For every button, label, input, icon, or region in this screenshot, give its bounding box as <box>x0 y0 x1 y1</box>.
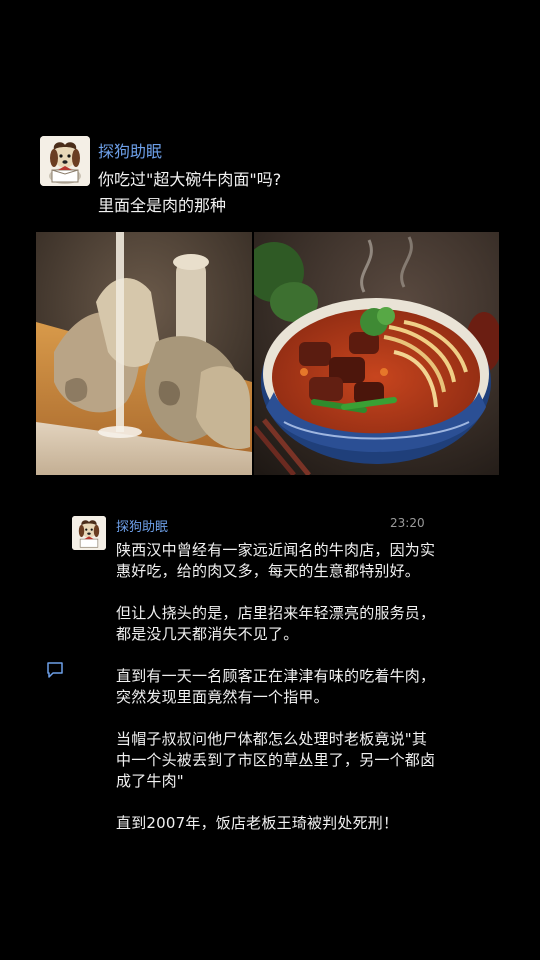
reply-body: 陕西汉中曾经有一家远近闻名的牛肉店，因为实惠好吃，给的肉又多，每天的生意都特别好… <box>116 540 436 855</box>
reply-paragraph: 但让人挠头的是，店里招来年轻漂亮的服务员，都是没几天都消失不见了。 <box>116 604 436 643</box>
reply-paragraph: 直到有一天一名顾客正在津津有味的吃着牛肉，突然发现里面竟然有一个指甲。 <box>116 667 436 706</box>
reply-paragraph: 陕西汉中曾经有一家远近闻名的牛肉店，因为实惠好吃，给的肉又多，每天的生意都特别好… <box>116 541 436 580</box>
reply-timestamp: 23:20 <box>390 516 425 530</box>
reply-avatar[interactable] <box>72 516 106 550</box>
bone-broth-photo[interactable] <box>36 232 252 475</box>
dog-avatar-icon <box>72 516 106 550</box>
comment-bubble-icon <box>47 662 63 678</box>
post-images <box>36 232 499 475</box>
post-title-line-1: 你吃过"超大碗牛肉面"吗? <box>98 170 282 189</box>
bone-broth-image <box>36 232 252 475</box>
reply-paragraph: 当帽子叔叔问他尸体都怎么处理时老板竟说"其中一个头被丢到了市区的草丛里了，另一个… <box>116 730 436 790</box>
post-username[interactable]: 探狗助眠 <box>98 138 162 162</box>
reply-username[interactable]: 探狗助眠 <box>116 516 168 535</box>
beef-noodle-image <box>254 232 499 475</box>
reply-paragraph: 直到2007年，饭店老板王琦被判处死刑！ <box>116 814 399 832</box>
beef-noodle-bowl-photo[interactable] <box>254 232 499 475</box>
avatar[interactable] <box>40 136 90 186</box>
comment-icon[interactable] <box>46 662 64 678</box>
dog-avatar-icon <box>40 136 90 186</box>
post-title-line-2: 里面全是肉的那种 <box>98 196 227 215</box>
